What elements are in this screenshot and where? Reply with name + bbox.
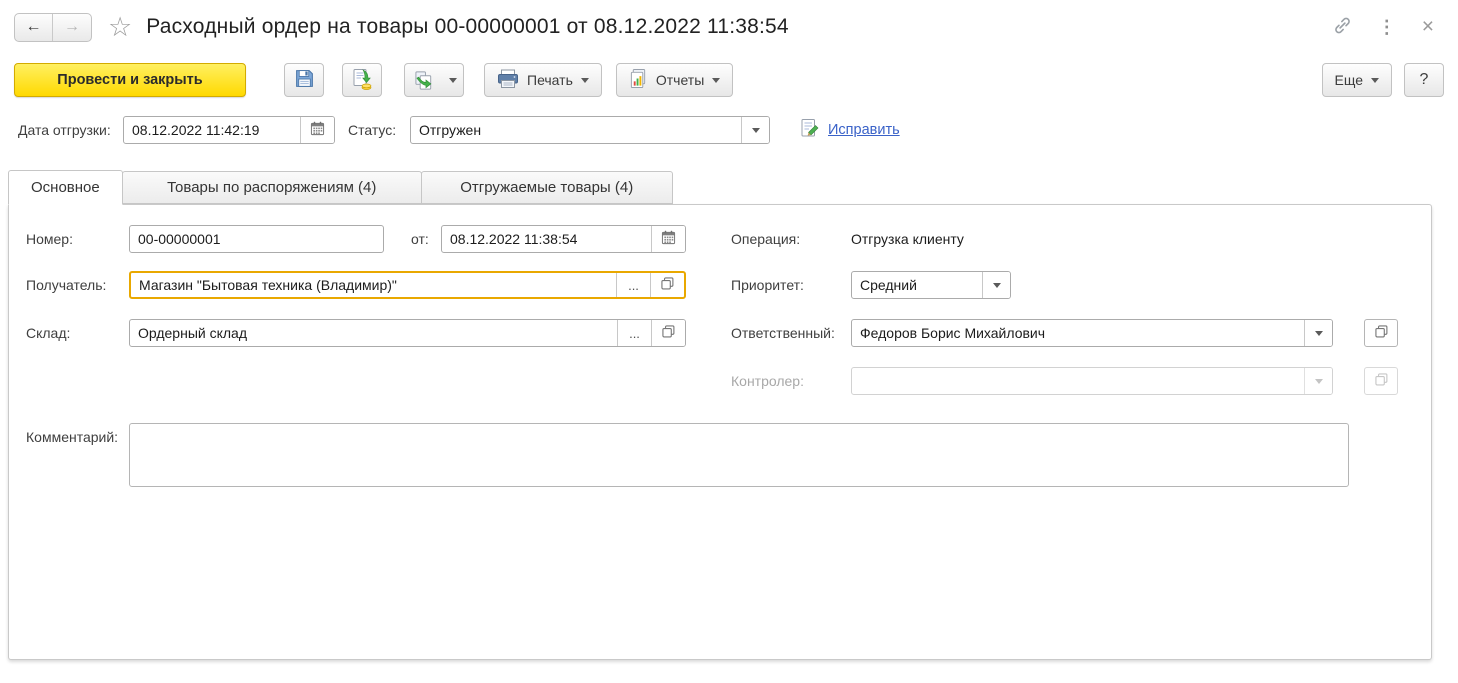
calendar-icon xyxy=(661,230,676,248)
recipient-field: ... xyxy=(129,271,686,299)
recipient-label: Получатель: xyxy=(26,271,106,299)
status-label: Статус: xyxy=(348,116,396,144)
number-input[interactable] xyxy=(130,226,383,252)
reports-button[interactable]: Отчеты xyxy=(616,63,733,97)
calendar-button[interactable] xyxy=(651,226,685,252)
fix-document-icon xyxy=(800,118,820,143)
ship-date-field xyxy=(123,116,335,144)
more-label: Еще xyxy=(1335,72,1364,88)
toolbar-right: Еще ? xyxy=(1322,63,1445,97)
responsible-open-button[interactable] xyxy=(1364,319,1398,347)
reports-icon xyxy=(629,68,648,92)
tab-goods-by-orders[interactable]: Товары по распоряжениям (4) xyxy=(122,171,422,204)
title-actions: ⋮ × xyxy=(1333,8,1434,46)
chevron-down-icon xyxy=(712,78,720,83)
ship-date-input[interactable] xyxy=(124,117,300,143)
from-label: от: xyxy=(411,225,429,253)
doc-date-input[interactable] xyxy=(442,226,651,252)
create-based-on-button[interactable] xyxy=(404,63,464,97)
tab-shipped-goods[interactable]: Отгружаемые товары (4) xyxy=(421,171,673,204)
calendar-icon xyxy=(310,121,325,139)
recipient-open-button[interactable] xyxy=(650,273,684,297)
post-document-button[interactable] xyxy=(342,63,382,97)
forward-button[interactable]: → xyxy=(53,14,91,41)
comment-textarea[interactable] xyxy=(129,423,1349,487)
chevron-down-icon xyxy=(993,283,1001,288)
open-item-icon xyxy=(662,325,675,341)
controller-open-button xyxy=(1364,367,1398,395)
fix-action: Исправить xyxy=(800,116,900,144)
post-document-icon xyxy=(351,68,373,93)
calendar-button[interactable] xyxy=(300,117,334,143)
open-item-icon xyxy=(1375,373,1388,389)
chevron-down-icon xyxy=(752,128,760,133)
priority-dropdown-button[interactable] xyxy=(982,272,1010,298)
open-item-icon xyxy=(1375,325,1388,341)
window-menu-button[interactable]: ⋮ xyxy=(1378,17,1396,38)
number-label: Номер: xyxy=(26,225,73,253)
controller-label: Контролер: xyxy=(731,367,804,395)
controller-input xyxy=(852,368,1304,394)
chevron-down-icon xyxy=(1371,78,1379,83)
status-dropdown-button[interactable] xyxy=(741,117,769,143)
ship-date-label: Дата отгрузки: xyxy=(18,116,111,144)
reports-label: Отчеты xyxy=(656,72,704,88)
more-button[interactable]: Еще xyxy=(1322,63,1393,97)
recipient-choose-button[interactable]: ... xyxy=(616,273,650,297)
parameters-row: Дата отгрузки: xyxy=(0,116,1458,144)
priority-field xyxy=(851,271,1011,299)
title-bar: ← → ☆ Расходный ордер на товары 00-00000… xyxy=(14,8,1444,46)
responsible-label: Ответственный: xyxy=(731,319,835,347)
operation-value: Отгрузка клиенту xyxy=(851,225,964,253)
warehouse-field: ... xyxy=(129,319,686,347)
close-button[interactable]: × xyxy=(1422,15,1434,39)
warehouse-input[interactable] xyxy=(130,320,617,346)
save-button[interactable] xyxy=(284,63,324,97)
help-button[interactable]: ? xyxy=(1404,63,1444,97)
print-button[interactable]: Печать xyxy=(484,63,602,97)
get-link-button[interactable] xyxy=(1333,16,1352,38)
priority-input[interactable] xyxy=(852,272,982,298)
print-label: Печать xyxy=(527,72,573,88)
print-icon xyxy=(497,69,519,92)
controller-field xyxy=(851,367,1333,395)
open-item-icon xyxy=(661,277,674,293)
recipient-input[interactable] xyxy=(131,273,616,297)
responsible-field xyxy=(851,319,1333,347)
number-field xyxy=(129,225,384,253)
favorite-star-icon[interactable]: ☆ xyxy=(108,14,132,41)
tab-main[interactable]: Основное xyxy=(8,170,123,205)
chevron-down-icon[interactable] xyxy=(443,64,463,96)
page-title: Расходный ордер на товары 00-00000001 от… xyxy=(146,15,789,39)
create-based-on-icon xyxy=(405,64,443,96)
main-tab-panel: Номер: от: xyxy=(8,204,1432,660)
link-icon xyxy=(1333,16,1352,38)
warehouse-open-button[interactable] xyxy=(651,320,685,346)
responsible-input[interactable] xyxy=(852,320,1304,346)
nav-history-group: ← → xyxy=(14,13,92,42)
post-and-close-button[interactable]: Провести и закрыть xyxy=(14,63,246,97)
chevron-down-icon xyxy=(581,78,589,83)
comment-label: Комментарий: xyxy=(26,423,118,451)
tab-bar: Основное Товары по распоряжениям (4) Отг… xyxy=(8,170,672,204)
warehouse-label: Склад: xyxy=(26,319,70,347)
warehouse-choose-button[interactable]: ... xyxy=(617,320,651,346)
doc-date-field xyxy=(441,225,686,253)
save-icon xyxy=(294,68,315,92)
back-button[interactable]: ← xyxy=(15,14,53,41)
status-input[interactable] xyxy=(411,117,741,143)
responsible-dropdown-button[interactable] xyxy=(1304,320,1332,346)
priority-label: Приоритет: xyxy=(731,271,804,299)
chevron-down-icon xyxy=(1315,331,1323,336)
chevron-down-icon xyxy=(1315,379,1323,384)
controller-dropdown-button xyxy=(1304,368,1332,394)
operation-label: Операция: xyxy=(731,225,800,253)
toolbar: Провести и закрыть xyxy=(14,62,1444,98)
fix-link[interactable]: Исправить xyxy=(828,122,900,138)
status-field xyxy=(410,116,770,144)
